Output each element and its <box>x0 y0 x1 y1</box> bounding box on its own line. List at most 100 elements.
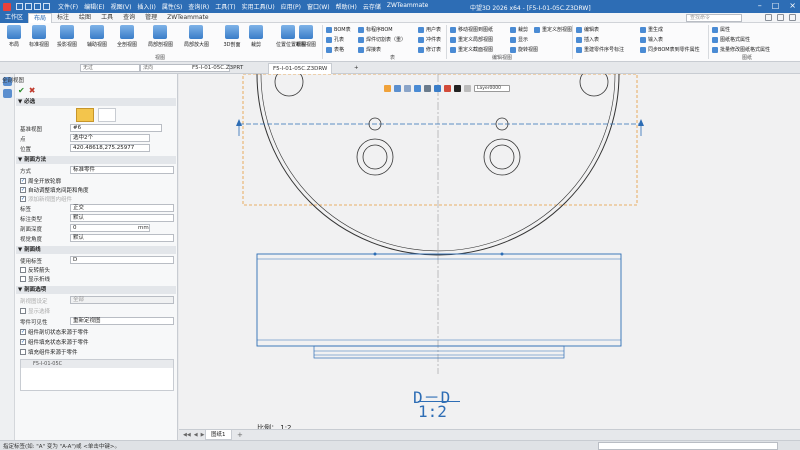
arrow-up-right-icon[interactable] <box>638 119 644 126</box>
app-logo-icon[interactable] <box>0 0 14 13</box>
table-button[interactable]: 表格 <box>326 45 344 54</box>
tab-tools[interactable]: 工具 <box>96 13 118 23</box>
point-input[interactable]: 选中2个 <box>70 134 150 142</box>
tab-query[interactable]: 查询 <box>118 13 140 23</box>
maximize-icon[interactable]: □ <box>772 1 780 11</box>
component-select[interactable]: 全部 <box>70 296 174 304</box>
add-sheet-icon[interactable]: + <box>237 431 243 439</box>
auto-adjust-checkbox[interactable]: ✓ 自动调整填充间距和角度 <box>20 186 89 194</box>
tab-annotate[interactable]: 标注 <box>52 13 74 23</box>
move-view-button[interactable]: 移动视图到图纸 <box>450 25 493 34</box>
command-line-input[interactable] <box>598 442 778 450</box>
menu-properties[interactable]: 属性(S) <box>162 2 183 11</box>
standard-view-button[interactable]: 标准视图 <box>27 25 51 53</box>
rotate-view-button[interactable]: 旋转视图 <box>510 45 538 54</box>
section-method[interactable]: ▼ 剖面方法 <box>16 156 176 164</box>
section-required[interactable]: ▼ 必选 <box>16 98 176 106</box>
tab-workspace[interactable]: 工作区 <box>0 12 29 23</box>
show-line-checkbox[interactable]: 显示折线 <box>20 275 50 283</box>
related-components-checkbox[interactable]: ✓ 添加新视图内组件 <box>20 195 72 203</box>
position-input[interactable]: 420.48618,275.25977 <box>70 144 150 152</box>
menu-tools[interactable]: 工具(T) <box>215 2 235 11</box>
edit-table-button[interactable]: 编辑表 <box>576 25 599 34</box>
weld-cut-table-button[interactable]: 焊件切割表（重） <box>358 35 406 44</box>
view-type-full-icon[interactable] <box>76 108 94 122</box>
sheet-format-props-button[interactable]: 图纸格式属性 <box>712 35 750 44</box>
open-file-icon[interactable] <box>25 3 32 10</box>
menu-file[interactable]: 文件(F) <box>58 2 78 11</box>
reverse-arrow-checkbox[interactable]: 反转箭头 <box>20 266 50 274</box>
new-file-icon[interactable] <box>16 3 23 10</box>
minimize-icon[interactable]: – <box>758 1 762 11</box>
base-view-input[interactable]: #6 <box>70 124 162 132</box>
partial-section-view-button[interactable]: 局部剖视图 <box>148 25 173 53</box>
part-section-checkbox[interactable]: ✓ 组件剖切状态来源于零件 <box>20 328 89 336</box>
next-sheet-icon[interactable]: ▶ <box>201 432 205 438</box>
projection-view-button[interactable]: 投影视图 <box>55 25 79 53</box>
view-type-step-icon[interactable] <box>98 108 116 122</box>
tab-manage[interactable]: 管理 <box>140 13 162 23</box>
detail-view-button[interactable]: 局部放大图 <box>184 25 209 53</box>
section-line[interactable]: ▼ 剖面线 <box>16 246 176 254</box>
insert-table-button[interactable]: 插入表 <box>576 35 599 44</box>
tab-zwteammate[interactable]: ZWTeammate <box>162 13 213 23</box>
line-color-icon[interactable] <box>454 84 461 92</box>
menu-insert[interactable]: 插入(I) <box>137 2 155 11</box>
part-hatch-checkbox[interactable]: ✓ 组件填充状态来源于零件 <box>20 338 89 346</box>
menu-apps[interactable]: 应用(P) <box>281 2 301 11</box>
menu-query[interactable]: 查询(R) <box>188 2 209 11</box>
crop-small-button[interactable]: 裁剪 <box>510 25 528 34</box>
menu-cloud[interactable]: 云存储 <box>363 2 381 11</box>
weld-table-button[interactable]: 焊接表 <box>358 45 381 54</box>
redefine-section-button[interactable]: 重定义截面视图 <box>450 45 493 54</box>
simplify-checkbox[interactable]: 显示选择 <box>20 307 50 315</box>
history-icon[interactable] <box>2 89 12 98</box>
properties-button[interactable]: 属性 <box>712 25 730 34</box>
all-sections-checkbox[interactable]: ✓ 周全开放轮廓 <box>20 177 61 185</box>
first-sheet-icon[interactable]: ◀◀ <box>183 432 191 438</box>
redefine-detail-button[interactable]: 重定义局部视图 <box>450 35 493 44</box>
sync-bom-button[interactable]: 同步BOM表到零件属性 <box>640 45 700 54</box>
user-table-button[interactable]: 用户表 <box>418 25 441 34</box>
command-search-input[interactable]: 查找命令 <box>686 14 742 22</box>
display-button[interactable]: 显示 <box>510 35 528 44</box>
layer-select[interactable]: Layer0000 <box>474 84 510 92</box>
cancel-icon[interactable]: ✖ <box>29 86 36 95</box>
punch-table-button[interactable]: 冲件表 <box>418 35 441 44</box>
confirm-icon[interactable]: ✔ <box>18 86 25 95</box>
menu-window[interactable]: 窗口(W) <box>307 2 330 11</box>
style-select[interactable]: 默认 <box>70 214 174 222</box>
undo-icon[interactable] <box>43 3 50 10</box>
program-bom-button[interactable]: 标程序BOM <box>358 25 393 34</box>
filter-icon[interactable] <box>414 84 421 92</box>
hole-table-button[interactable]: 孔表 <box>326 35 344 44</box>
mode-select[interactable]: 标准零件 <box>70 166 174 174</box>
layout-button[interactable]: 布局 <box>2 25 26 53</box>
help-icon[interactable] <box>789 14 796 21</box>
auxiliary-view-button[interactable]: 辅助视图 <box>85 25 109 53</box>
tab-layout[interactable]: 布局 <box>28 12 53 23</box>
tab-draw[interactable]: 绘图 <box>74 13 96 23</box>
redefine-cut-button[interactable]: 重定义剖视图 <box>534 25 572 34</box>
label-select[interactable]: 正交 <box>70 204 174 212</box>
revision-table-button[interactable]: 修订表 <box>418 45 441 54</box>
list-item[interactable]: F5-I-01-05C <box>21 360 173 368</box>
menu-teammate[interactable]: ZWTeammate <box>387 2 428 11</box>
line-type-icon[interactable] <box>464 84 471 92</box>
sheet-tab[interactable]: 图纸1 <box>205 430 232 440</box>
save-icon[interactable] <box>34 3 41 10</box>
doc-tab-part[interactable]: F5-I-01-05C.Z3PRT <box>188 63 247 74</box>
display-mode-icon[interactable] <box>404 84 411 92</box>
crop-button[interactable]: 裁剪 <box>244 25 268 53</box>
drawing-canvas[interactable]: Layer0000 <box>179 74 800 429</box>
part-visibility-select[interactable]: 重新定视图 <box>70 317 174 325</box>
use-label-input[interactable]: D <box>70 256 174 264</box>
arrow-up-left-icon[interactable] <box>236 119 242 126</box>
rebuild-balloon-button[interactable]: 重建零件序号标注 <box>576 45 624 54</box>
search-icon[interactable] <box>765 14 772 21</box>
color-icon[interactable] <box>444 84 451 92</box>
pick-icon[interactable] <box>424 84 431 92</box>
full-section-view-button[interactable]: 全剖视图 <box>115 25 139 53</box>
snap-icon[interactable] <box>434 84 441 92</box>
menu-view[interactable]: 视图(V) <box>111 2 132 11</box>
